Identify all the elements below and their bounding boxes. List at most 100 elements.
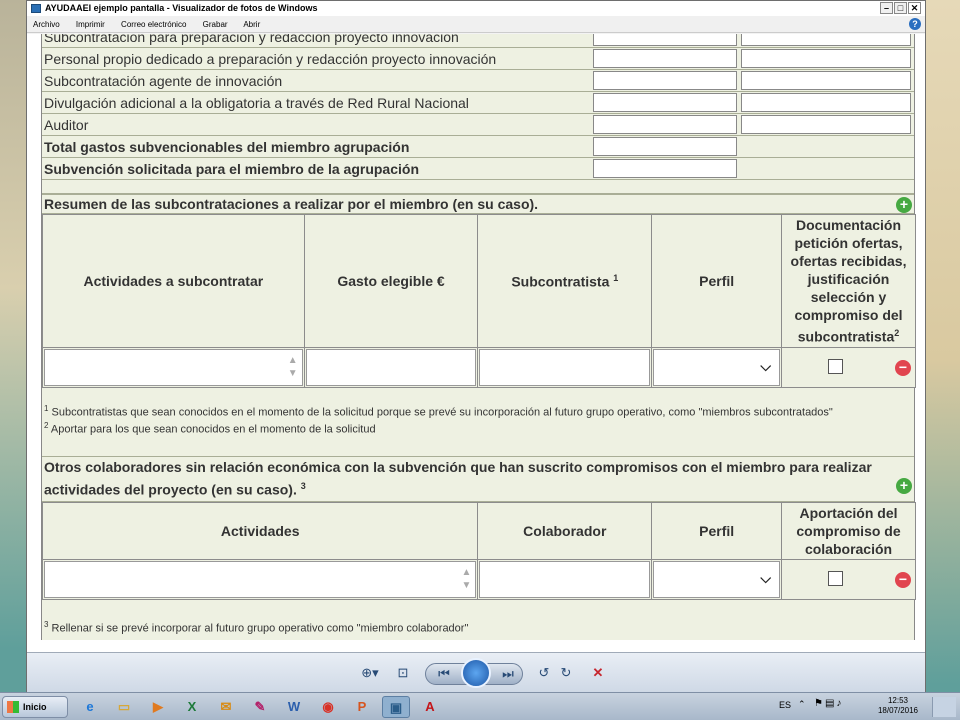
app-icon[interactable]: ✎: [246, 696, 274, 718]
form-screenshot: Subcontratación para preparación y redac…: [41, 34, 916, 640]
budget-amount-input[interactable]: [593, 34, 737, 46]
help-icon[interactable]: ?: [909, 18, 921, 30]
remove-collaborator-icon[interactable]: −: [895, 571, 911, 588]
budget-amount-input[interactable]: [593, 49, 737, 68]
menu-bar: Archivo Imprimir Correo electrónico Grab…: [27, 16, 925, 33]
budget-amount-input[interactable]: [593, 137, 737, 156]
subcontracting-table: Actividades a subcontratar Gasto elegibl…: [42, 214, 916, 388]
zoom-icon[interactable]: ⊕▾: [357, 663, 383, 683]
spinner-icon[interactable]: ▲ ▼: [288, 354, 298, 380]
collab-contribution-cell: −: [781, 558, 916, 600]
budget-amount-input[interactable]: [593, 93, 737, 112]
add-collaborator-icon[interactable]: +: [896, 477, 912, 494]
subcontract-doc-cell: −: [781, 346, 916, 388]
taskbar: Inicio e ▭ ▶ X ✉ ✎ W ◉ P ▣ A ES ⌃ ⚑▤♪ 12…: [0, 692, 960, 720]
budget-row: Subcontratación agente de innovación: [42, 70, 914, 92]
collaborator-input[interactable]: [479, 560, 651, 598]
subcontract-profile-cell: ⌵: [651, 346, 783, 388]
subcontract-cost-input[interactable]: [305, 348, 477, 386]
header-collab-profile: Perfil: [651, 501, 783, 560]
slideshow-button[interactable]: [461, 658, 491, 688]
menu-abrir[interactable]: Abrir: [243, 20, 260, 29]
menu-archivo[interactable]: Archivo: [33, 20, 60, 29]
outlook-icon[interactable]: ✉: [212, 696, 240, 718]
subcontract-activity-input[interactable]: [44, 348, 303, 386]
collaborators-section-title: Otros colaboradores sin relación económi…: [42, 455, 914, 502]
chevron-down-icon[interactable]: ⌵: [760, 570, 771, 587]
maximize-button[interactable]: □: [894, 2, 907, 14]
photo-viewer-task-icon[interactable]: ▣: [382, 696, 410, 718]
budget-row-label: Total gastos subvencionables del miembro…: [44, 139, 410, 155]
chevron-down-icon[interactable]: ⌵: [760, 358, 771, 375]
title-bar: AYUDAAEI ejemplo pantalla - Visualizador…: [27, 1, 925, 16]
budget-row: Divulgación adicional a la obligatoria a…: [42, 92, 914, 114]
powerpoint-icon[interactable]: P: [348, 696, 376, 718]
subcontract-subcontractor-cell: [477, 346, 653, 388]
budget-row-label: Auditor: [44, 117, 89, 133]
budget-row: Subcontratación para preparación y redac…: [42, 34, 914, 48]
displayed-image: Subcontratación para preparación y redac…: [27, 34, 925, 652]
menu-imprimir[interactable]: Imprimir: [76, 20, 105, 29]
delete-icon[interactable]: ✕: [589, 663, 607, 683]
subcontracting-section-title: Resumen de las subcontrataciones a reali…: [42, 194, 914, 214]
photo-viewer-app-icon: [31, 4, 41, 13]
spinner-icon[interactable]: ▲ ▼: [461, 566, 471, 592]
rotate-right-icon[interactable]: ↻: [557, 663, 575, 683]
previous-icon[interactable]: ⏮: [434, 664, 454, 684]
budget-amount-input[interactable]: [593, 115, 737, 134]
collab-collaborator-cell: [477, 558, 653, 600]
note-2: 2 Aportar para los que sean conocidos en…: [44, 421, 376, 436]
subcontractor-input[interactable]: [479, 348, 651, 386]
budget-row-label: Subvención solicitada para el miembro de…: [44, 161, 419, 177]
budget-amount-input[interactable]: [593, 159, 737, 178]
documentation-checkbox[interactable]: [828, 358, 844, 374]
chrome-icon[interactable]: ◉: [314, 696, 342, 718]
tray-expand-icon[interactable]: ⌃: [798, 699, 806, 710]
header-collaborator: Colaborador: [477, 501, 653, 560]
budget-amount-input-2[interactable]: [741, 71, 911, 90]
folder-icon[interactable]: ▭: [110, 696, 138, 718]
tray-icons[interactable]: ⚑▤♪: [814, 698, 843, 709]
budget-rows: Subcontratación para preparación y redac…: [42, 34, 914, 180]
minimize-button[interactable]: –: [880, 2, 893, 14]
photo-viewer-window: AYUDAAEI ejemplo pantalla - Visualizador…: [26, 0, 926, 692]
collaborators-table: Actividades Colaborador Perfil Aportació…: [41, 501, 916, 600]
collab-activity-input[interactable]: [44, 560, 477, 598]
word-icon[interactable]: W: [280, 696, 308, 718]
media-player-icon[interactable]: ▶: [144, 696, 172, 718]
next-icon[interactable]: ⏭: [498, 664, 518, 684]
add-subcontract-icon[interactable]: +: [896, 197, 912, 213]
budget-amount-input-2[interactable]: [741, 49, 911, 68]
budget-amount-input[interactable]: [593, 71, 737, 90]
header-profile: Perfil: [651, 214, 783, 348]
acrobat-icon[interactable]: A: [416, 696, 444, 718]
spacer: [42, 439, 914, 456]
header-activities: Actividades a subcontratar: [42, 214, 305, 348]
excel-icon[interactable]: X: [178, 696, 206, 718]
actual-size-icon[interactable]: ⊡: [393, 663, 413, 683]
budget-amount-input-2[interactable]: [741, 93, 911, 112]
start-button[interactable]: Inicio: [2, 696, 68, 718]
budget-row: Subvención solicitada para el miembro de…: [42, 158, 914, 180]
subcontract-activity-cell: ▲ ▼: [42, 346, 305, 388]
budget-amount-input-2[interactable]: [741, 115, 911, 134]
show-desktop-button[interactable]: [932, 697, 956, 717]
note-1: 1 Subcontratistas que sean conocidos en …: [44, 403, 833, 419]
language-indicator[interactable]: ES: [779, 700, 791, 710]
rotate-left-icon[interactable]: ↺: [535, 663, 553, 683]
clock[interactable]: 12:53 18/07/2016: [878, 696, 918, 716]
viewer-toolbar: ⊕▾ ⊡ ⏮ ⏭ ↺ ↻ ✕: [27, 652, 925, 692]
header-eligible-cost: Gasto elegible €: [303, 214, 479, 348]
desktop-right-edge: [924, 0, 960, 720]
budget-amount-input-2[interactable]: [741, 34, 911, 46]
close-window-button[interactable]: ✕: [908, 2, 921, 14]
subcontracting-notes: 1 Subcontratistas que sean conocidos en …: [42, 387, 914, 440]
budget-row-label: Subcontratación agente de innovación: [44, 73, 283, 89]
contribution-checkbox[interactable]: [828, 570, 844, 586]
internet-explorer-icon[interactable]: e: [76, 696, 104, 718]
budget-row: Personal propio dedicado a preparación y…: [42, 48, 914, 70]
budget-row-label: Personal propio dedicado a preparación y…: [44, 51, 497, 67]
remove-subcontract-icon[interactable]: −: [895, 359, 911, 376]
menu-correo[interactable]: Correo electrónico: [121, 20, 186, 29]
menu-grabar[interactable]: Grabar: [203, 20, 228, 29]
